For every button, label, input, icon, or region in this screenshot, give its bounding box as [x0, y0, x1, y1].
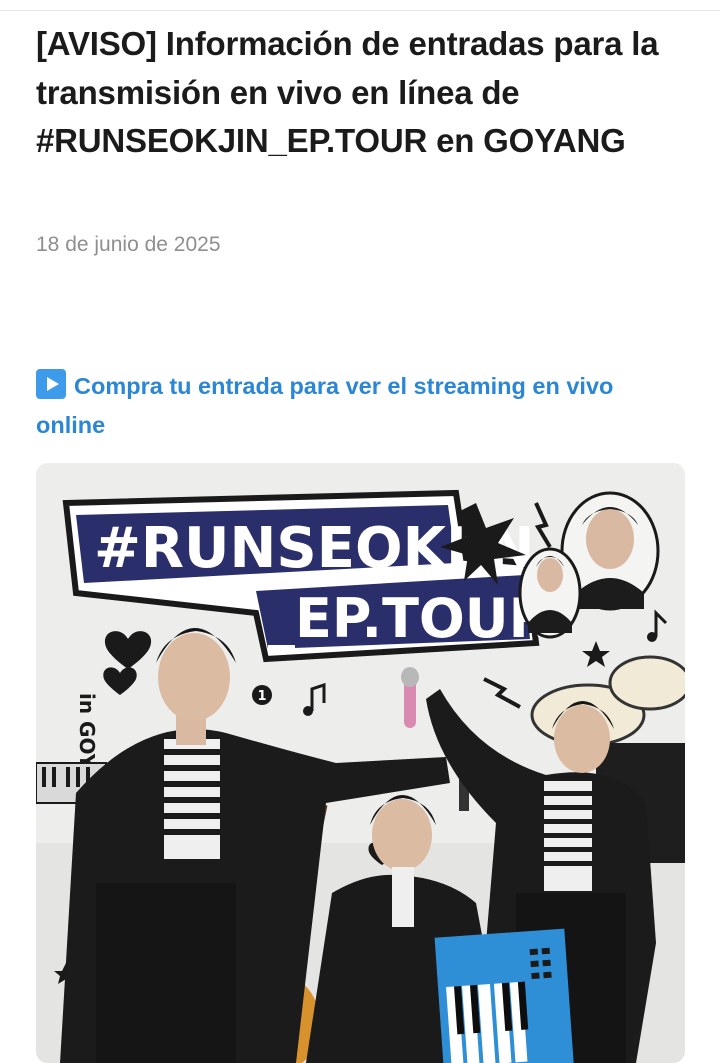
number-badge-1: 1 — [257, 689, 266, 704]
article-title: [AVISO] Información de entradas para la … — [36, 25, 659, 159]
tour-poster-image[interactable]: #RUNSEOKJIN _EP.TOUR in GOYANG 1 2 — [36, 463, 685, 1063]
streaming-ticket-link-label: Compra tu entrada para ver el streaming … — [36, 373, 614, 438]
article-date: 18 de junio de 2025 — [36, 233, 221, 256]
streaming-ticket-link[interactable]: Compra tu entrada para ver el streaming … — [36, 367, 686, 445]
logo-line-2: _EP.TOUR — [268, 587, 550, 650]
blue-keyboard — [434, 928, 576, 1063]
top-divider — [0, 10, 720, 11]
play-button-icon — [36, 369, 66, 399]
